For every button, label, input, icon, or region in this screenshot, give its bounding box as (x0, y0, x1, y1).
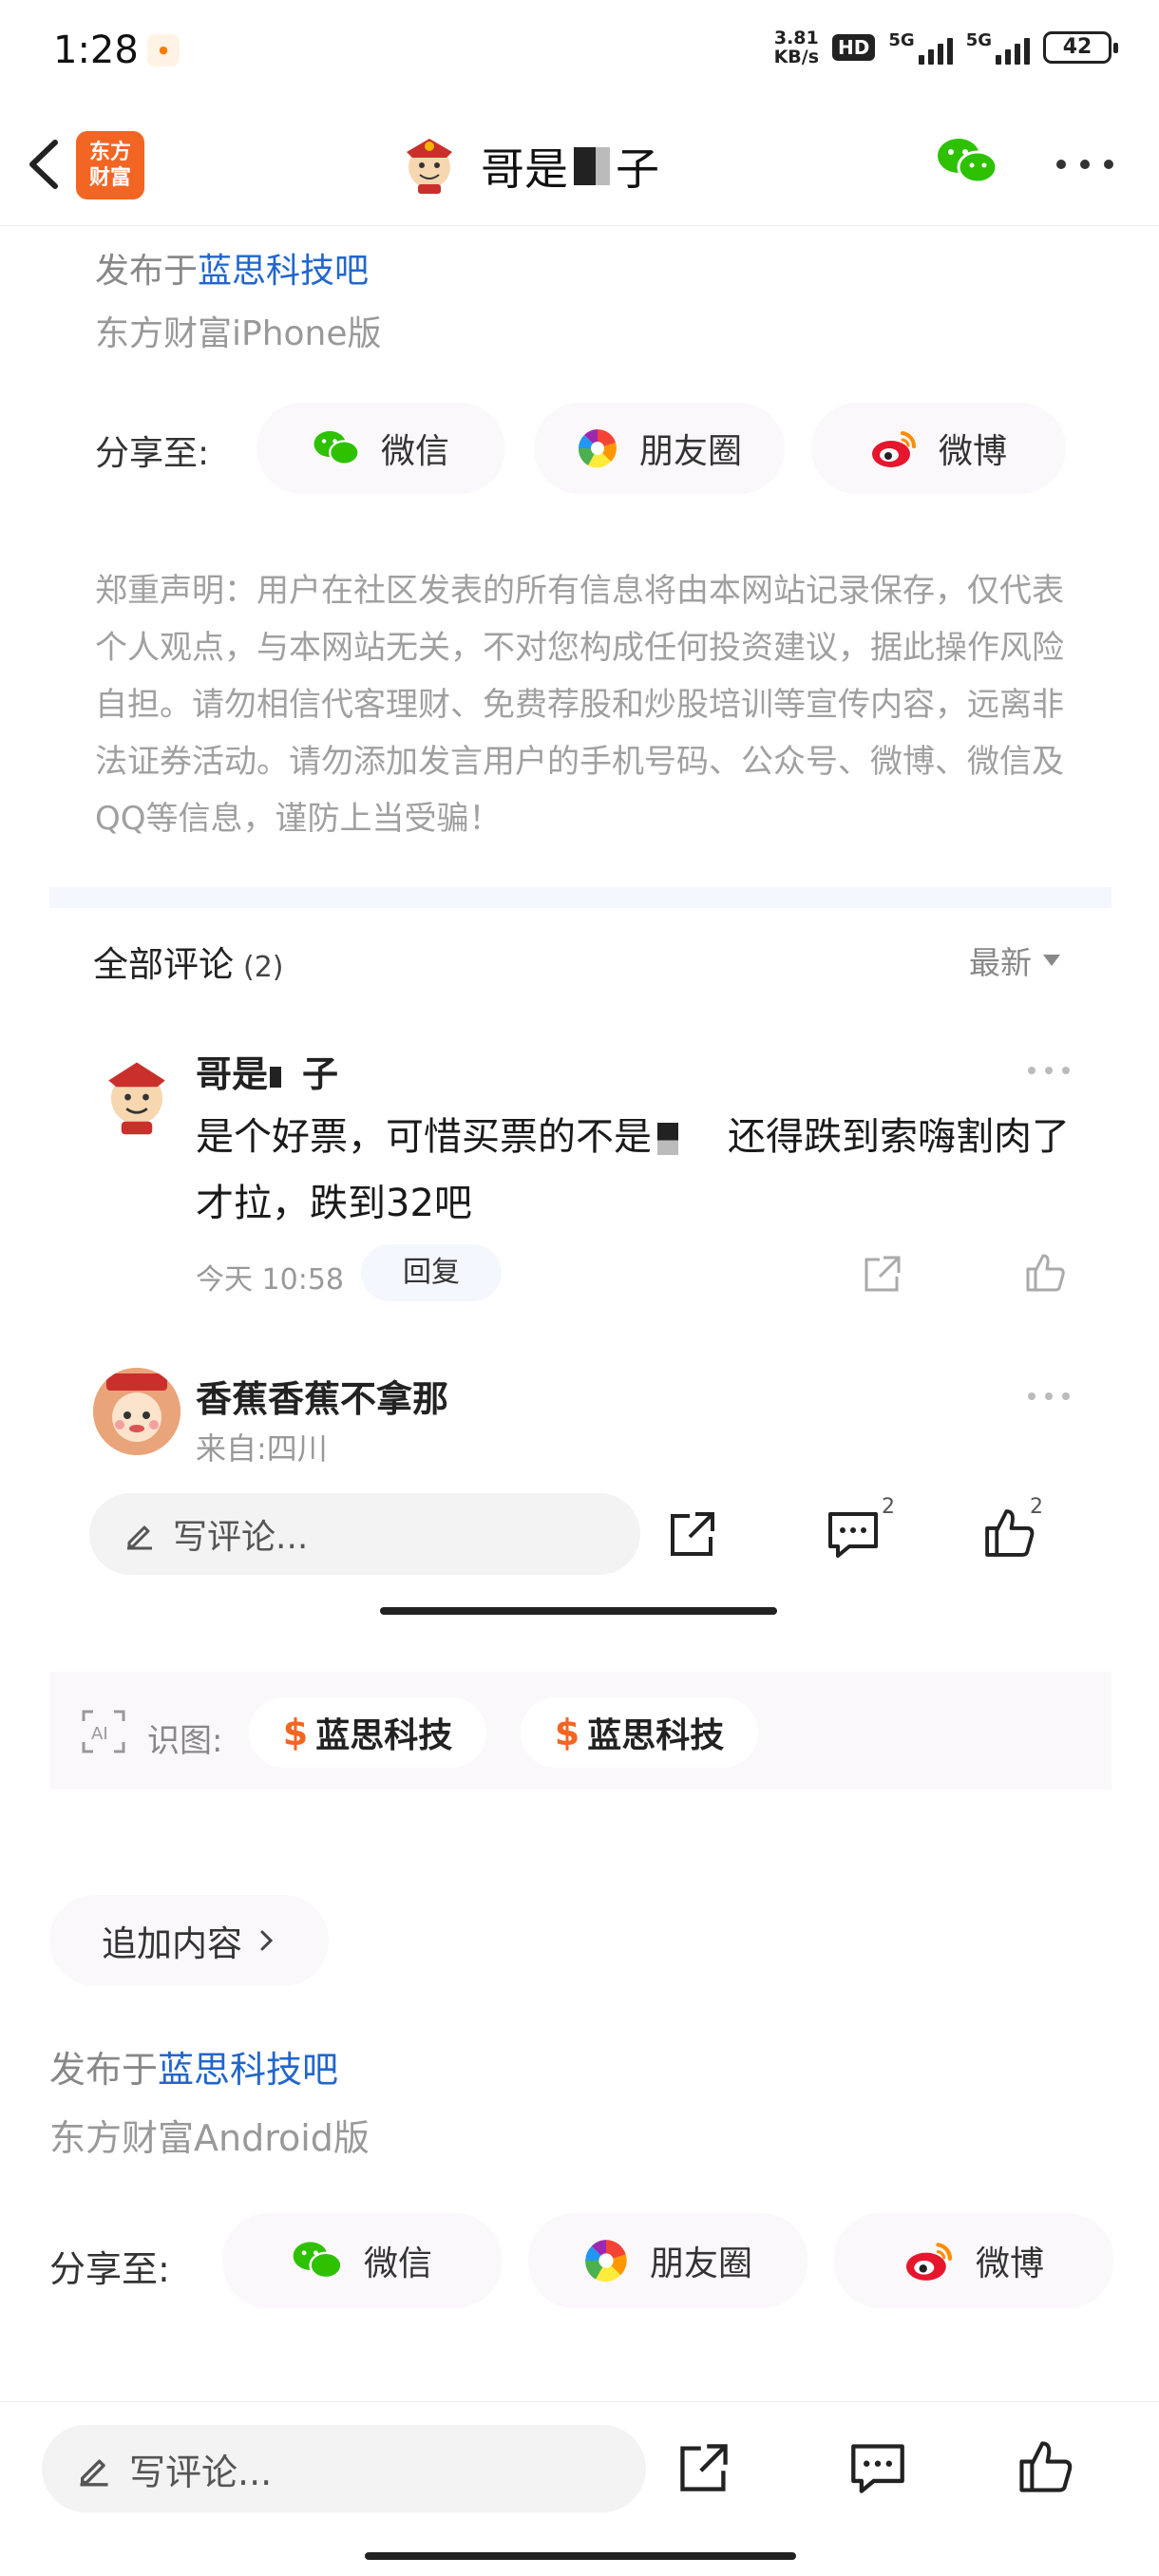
ai-scan-icon: AI (80, 1708, 127, 1759)
comment-more-button[interactable] (1028, 1392, 1070, 1402)
published-in: 发布于蓝思科技吧 (95, 252, 370, 291)
moments-icon (578, 429, 617, 468)
comments-button-2[interactable] (849, 2440, 906, 2499)
comments-header: 全部评论 (2) (93, 944, 284, 985)
stock-tag-button[interactable]: $ 蓝思科技 (249, 1697, 486, 1768)
weibo-icon (871, 431, 916, 467)
like-button[interactable] (982, 1506, 1036, 1563)
dollar-icon: $ (554, 1712, 580, 1753)
wechat-share-button[interactable] (936, 135, 998, 188)
battery-icon: 42 (1043, 31, 1118, 64)
status-bar: 1:28 ● 3.81 KB/s HD 5G 5G 42 (0, 0, 1159, 104)
share-label: 分享至: (95, 434, 210, 473)
chevron-left-icon (29, 140, 58, 189)
caishen-avatar-icon (407, 139, 452, 194)
network-speed: 3.81 KB/s (773, 28, 820, 67)
signal-icon: 5G (888, 30, 953, 65)
comment-like-button[interactable] (1024, 1252, 1066, 1297)
redacted-mark (574, 147, 610, 185)
pencil-icon (80, 2459, 108, 2487)
moments-icon (585, 2240, 627, 2282)
stock-tag-button-2[interactable]: $ 蓝思科技 (521, 1697, 758, 1768)
wechat-icon (314, 430, 360, 465)
comment-time: 今天 10:58 (196, 1263, 344, 1297)
author-avatar[interactable] (397, 131, 462, 196)
share-out-icon (680, 2444, 728, 2491)
dollar-icon: $ (282, 1712, 309, 1753)
sort-dropdown[interactable]: 最新 (969, 938, 1060, 983)
app-notification-icon: ● (147, 34, 180, 66)
home-indicator-2[interactable] (365, 2552, 796, 2560)
hd-icon: HD (832, 34, 876, 61)
status-indicators: 3.81 KB/s HD 5G 5G 42 (773, 28, 1118, 67)
redacted-mark (270, 1066, 282, 1088)
app-logo[interactable]: 东方 财富 (76, 131, 144, 199)
caret-down-icon (1043, 955, 1060, 966)
comment-bubble-icon (851, 2444, 904, 2493)
comment-share-button[interactable] (861, 1254, 902, 1299)
comment-action-bar: 写评论... 2 2 (0, 1472, 1159, 1586)
share-weibo-button[interactable]: 微博 (811, 403, 1066, 494)
app-header: 东方 财富 哥是 子 (0, 104, 1159, 226)
chevron-right-icon (260, 1930, 274, 1951)
wechat-icon (293, 2242, 343, 2280)
comment-more-button[interactable] (1028, 1067, 1070, 1076)
comment-count-badge: 2 (882, 1495, 895, 1519)
dot-icon (1056, 160, 1066, 169)
svg-text:AI: AI (91, 1724, 108, 1744)
more-options-button[interactable] (1056, 160, 1113, 171)
share-moments-button[interactable]: 朋友圈 (534, 403, 785, 494)
commenter-name[interactable]: 香蕉香蕉不拿那 (196, 1370, 448, 1422)
signal-icon-2: 5G (966, 30, 1030, 65)
forum-link-2[interactable]: 蓝思科技吧 (158, 2049, 338, 2091)
cartoon-avatar-icon (93, 1368, 180, 1455)
comments-button[interactable] (826, 1508, 880, 1563)
back-button[interactable] (21, 131, 66, 198)
reply-button[interactable]: 回复 (361, 1244, 502, 1301)
add-content-button[interactable]: 追加内容 (49, 1895, 329, 1986)
comments-count: (2) (243, 951, 284, 984)
wechat-icon (938, 139, 998, 184)
like-button-2[interactable] (1016, 2438, 1074, 2499)
write-comment-input-2[interactable]: 写评论... (42, 2425, 646, 2512)
commenter-avatar[interactable] (93, 1050, 180, 1137)
page-title: 哥是 子 (481, 143, 659, 195)
thumbs-up-icon (985, 1509, 1035, 1557)
thumbs-up-icon (1026, 1254, 1065, 1292)
share-moments-button-2[interactable]: 朋友圈 (528, 2213, 808, 2308)
thumbs-up-icon (1019, 2441, 1073, 2492)
caishen-avatar-icon (93, 1050, 180, 1137)
comment-location: 来自:四川 (196, 1430, 328, 1467)
commenter-name[interactable]: 哥是子 (196, 1045, 338, 1097)
like-count-badge: 2 (1030, 1495, 1043, 1519)
share-label-2: 分享至: (49, 2248, 170, 2290)
pencil-icon (127, 1525, 152, 1550)
weibo-icon (905, 2243, 953, 2281)
client-version: 东方财富iPhone版 (95, 314, 382, 353)
forum-link[interactable]: 蓝思科技吧 (198, 252, 369, 291)
status-time: 1:28 (53, 28, 139, 72)
disclaimer: 郑重声明：用户在社区发表的所有信息将由本网站记录保存，仅代表个人观点，与本网站无… (95, 572, 1064, 838)
bottom-action-bar: 写评论... (0, 2402, 1159, 2576)
share-weibo-button-2[interactable]: 微博 (834, 2213, 1113, 2308)
section-separator (49, 887, 1112, 908)
write-comment-input[interactable]: 写评论... (89, 1493, 640, 1575)
ai-label: 识图: (147, 1722, 223, 1760)
share-out-icon (671, 1512, 714, 1556)
redacted-mark (657, 1123, 678, 1155)
commenter-avatar[interactable] (93, 1368, 180, 1455)
share-wechat-button-2[interactable]: 微信 (222, 2213, 502, 2308)
comment-bubble-icon (828, 1512, 878, 1558)
client-version-2: 东方财富Android版 (49, 2117, 370, 2159)
share-wechat-button[interactable]: 微信 (256, 403, 505, 494)
share-button[interactable] (667, 1508, 718, 1563)
comment-text: 是个好票，可惜买票的不是 还得跌到索嗨割肉了才拉，跌到32吧 (196, 1115, 1070, 1225)
home-indicator[interactable] (380, 1607, 777, 1615)
share-out-icon (864, 1256, 901, 1292)
published-in-2: 发布于蓝思科技吧 (49, 2049, 339, 2091)
share-button-2[interactable] (676, 2440, 732, 2499)
